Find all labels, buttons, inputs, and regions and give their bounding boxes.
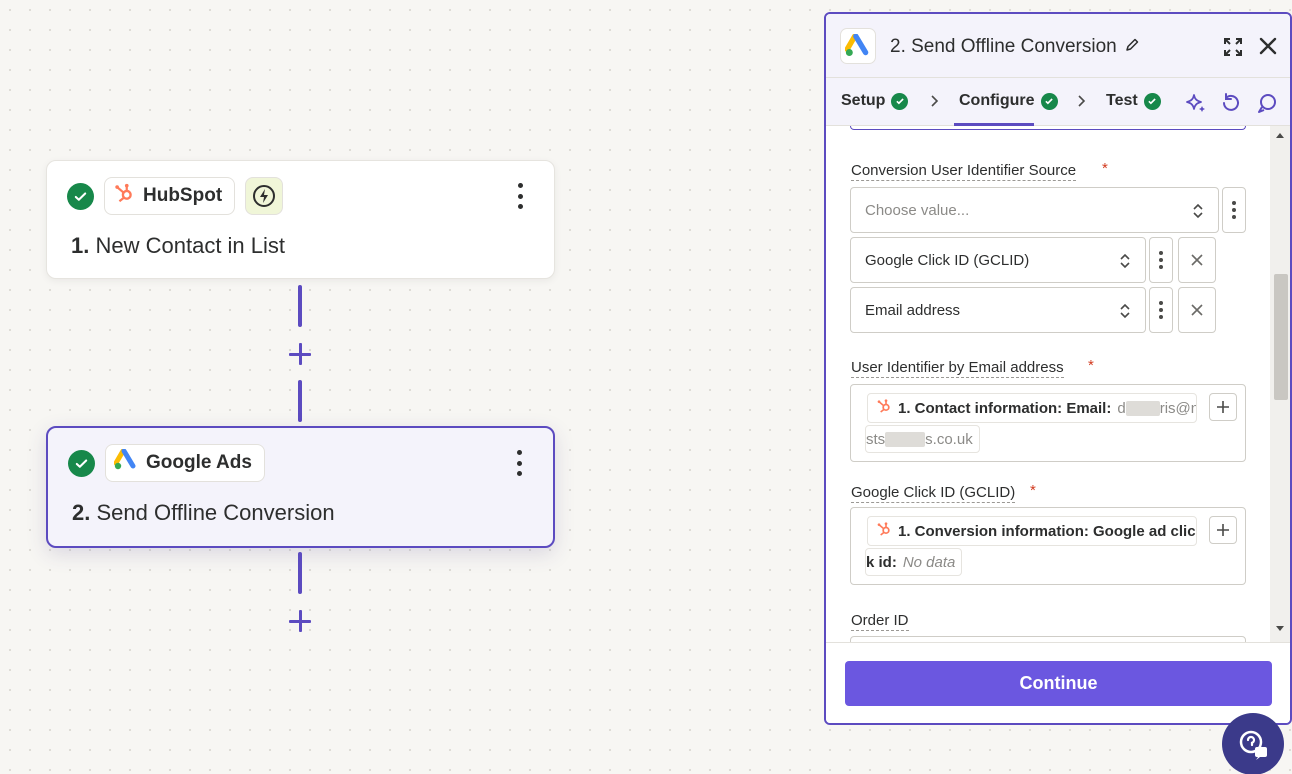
sparkle-icon[interactable]: [1184, 92, 1206, 119]
scroll-thumb[interactable]: [1274, 274, 1288, 400]
comment-icon[interactable]: [1256, 92, 1278, 119]
identifier-source-item[interactable]: Email address: [850, 287, 1146, 333]
check-icon: [1040, 92, 1058, 110]
scroll-down-icon: [1276, 626, 1284, 631]
tab-setup[interactable]: Setup: [841, 92, 909, 110]
tab-configure[interactable]: Configure: [959, 92, 1058, 110]
field-label: User Identifier by Email address: [851, 359, 1064, 378]
app-badge: Google Ads: [105, 444, 265, 482]
check-icon: [1143, 92, 1161, 110]
connector-line: [298, 285, 302, 327]
remove-item-button[interactable]: [1178, 287, 1216, 333]
google-ads-icon: [840, 28, 876, 64]
connector-line: [298, 552, 302, 594]
google-ads-icon: [113, 448, 138, 477]
check-icon: [68, 449, 95, 477]
sort-arrows-icon: [1192, 202, 1204, 224]
undo-icon[interactable]: [1220, 92, 1242, 119]
lightning-icon: [245, 177, 284, 215]
add-step-button[interactable]: [287, 341, 313, 367]
plus-icon[interactable]: [1209, 516, 1237, 544]
close-icon[interactable]: [1258, 36, 1278, 61]
identifier-source-item[interactable]: Google Click ID (GCLID): [850, 237, 1146, 283]
panel-body: Conversion User Identifier Source * Choo…: [826, 126, 1274, 642]
step-title: 2. Send Offline Conversion: [72, 500, 335, 525]
step-menu-button[interactable]: [510, 181, 530, 211]
panel-title: 2. Send Offline Conversion: [890, 36, 1117, 57]
field-label: Conversion User Identifier Source: [851, 162, 1077, 181]
check-icon: [891, 92, 909, 110]
add-step-button[interactable]: [287, 608, 313, 634]
field-label: Order ID: [851, 612, 909, 631]
gclid-input[interactable]: 1. Conversion information: Google ad cli…: [850, 507, 1246, 585]
field-options-button[interactable]: [1222, 187, 1246, 233]
mapped-field-pill[interactable]: 1. Contact information: Email: dris@ne: [867, 393, 1197, 423]
panel-footer: Continue: [826, 642, 1290, 723]
app-name: Google Ads: [146, 452, 252, 473]
step-tabs: Setup Configure Test: [826, 78, 1290, 126]
pencil-icon[interactable]: [1124, 37, 1140, 58]
check-icon: [67, 182, 94, 210]
identifier-source-select[interactable]: Choose value...: [850, 187, 1219, 233]
expand-icon[interactable]: [1222, 36, 1244, 63]
connector-line: [298, 380, 302, 422]
app-badge: HubSpot: [104, 177, 236, 215]
required-marker: *: [1102, 160, 1108, 177]
tab-test[interactable]: Test: [1106, 92, 1161, 110]
field-label: Google Click ID (GCLID): [851, 484, 1016, 503]
close-icon: [1191, 304, 1203, 316]
help-chat-icon: [1239, 730, 1267, 760]
remove-item-button[interactable]: [1178, 237, 1216, 283]
plus-icon[interactable]: [1209, 393, 1237, 421]
scroll-up-icon: [1276, 133, 1284, 138]
help-chat-button[interactable]: [1222, 713, 1284, 774]
hubspot-icon: [113, 182, 135, 210]
mapped-field-pill[interactable]: 1. Conversion information: Google ad cli…: [867, 516, 1197, 546]
panel-scrollbar[interactable]: [1270, 126, 1290, 642]
email-identifier-input[interactable]: 1. Contact information: Email: dris@ne s…: [850, 384, 1246, 462]
previous-field-edge: [850, 126, 1246, 130]
sort-arrows-icon: [1119, 252, 1131, 274]
item-options-button[interactable]: [1149, 287, 1173, 333]
chevron-right-icon: [930, 94, 940, 113]
close-icon: [1191, 254, 1203, 266]
panel-header: 2. Send Offline Conversion: [826, 14, 1290, 78]
required-marker: *: [1030, 482, 1036, 499]
step-title: 1. New Contact in List: [71, 233, 286, 258]
hubspot-icon: [876, 521, 892, 541]
chevron-right-icon: [1077, 94, 1087, 113]
item-options-button[interactable]: [1149, 237, 1173, 283]
step-editor-panel: 2. Send Offline Conversion Setup Configu…: [824, 12, 1292, 725]
required-marker: *: [1088, 357, 1094, 374]
mapped-field-value: k id: No data: [865, 548, 963, 576]
sort-arrows-icon: [1119, 302, 1131, 324]
step-menu-button[interactable]: [509, 448, 529, 478]
continue-button[interactable]: Continue: [845, 661, 1272, 706]
mapped-field-value: sts s.co.uk: [865, 425, 980, 453]
step-card-2[interactable]: Google Ads 2. Send Offline Conversion: [46, 426, 555, 548]
app-name: HubSpot: [143, 185, 223, 206]
step-card-1[interactable]: HubSpot 1. New Contact in List: [46, 160, 555, 279]
hubspot-icon: [876, 398, 892, 418]
